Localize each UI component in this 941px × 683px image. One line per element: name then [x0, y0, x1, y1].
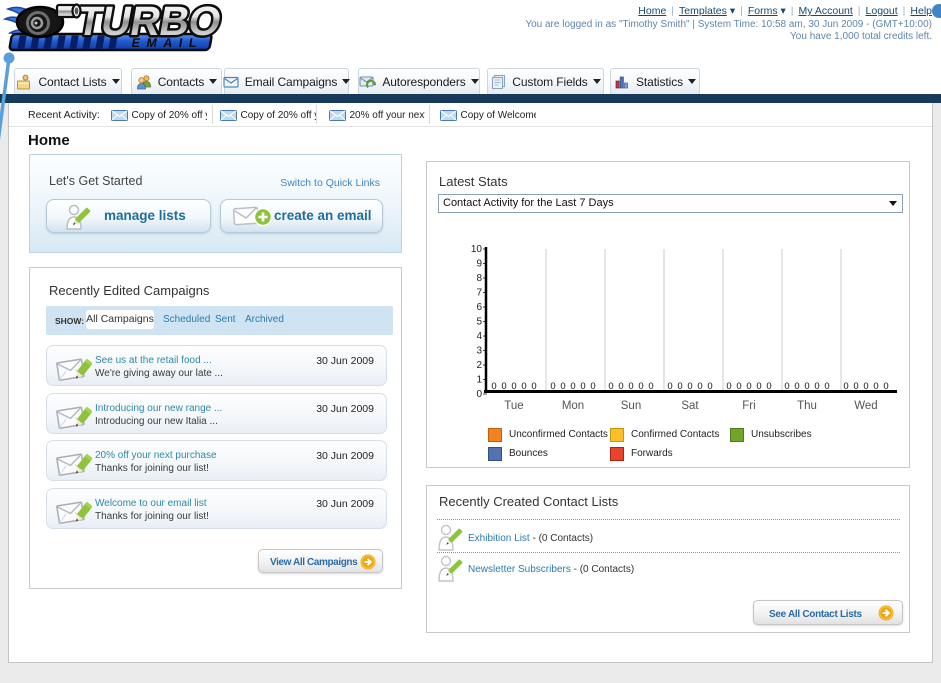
- svg-text:0: 0: [784, 381, 789, 392]
- svg-text:0: 0: [707, 381, 712, 392]
- svg-text:Mon: Mon: [562, 400, 584, 412]
- svg-text:0: 0: [667, 381, 672, 392]
- svg-text:0: 0: [628, 381, 633, 392]
- svg-text:0: 0: [560, 381, 565, 392]
- svg-text:0: 0: [794, 381, 799, 392]
- svg-text:Tue: Tue: [504, 400, 523, 412]
- svg-text:Thu: Thu: [797, 400, 817, 412]
- svg-text:0: 0: [608, 381, 613, 392]
- svg-text:0: 0: [853, 381, 858, 392]
- svg-text:0: 0: [511, 381, 516, 392]
- svg-text:Fri: Fri: [742, 400, 755, 412]
- svg-text:0: 0: [804, 381, 809, 392]
- svg-text:0: 0: [756, 381, 761, 392]
- svg-text:0: 0: [746, 381, 751, 392]
- svg-text:0: 0: [697, 381, 702, 392]
- svg-text:0: 0: [491, 381, 496, 392]
- svg-text:0: 0: [638, 381, 643, 392]
- svg-text:5: 5: [476, 317, 482, 328]
- svg-text:0: 0: [570, 381, 575, 392]
- svg-text:0: 0: [590, 381, 595, 392]
- svg-text:2: 2: [476, 360, 482, 371]
- svg-text:6: 6: [476, 302, 482, 313]
- svg-text:0: 0: [648, 381, 653, 392]
- svg-text:0: 0: [677, 381, 682, 392]
- svg-text:Sat: Sat: [681, 400, 699, 412]
- svg-text:0: 0: [843, 381, 848, 392]
- svg-text:0: 0: [883, 381, 888, 392]
- svg-text:0: 0: [531, 381, 536, 392]
- svg-text:0: 0: [476, 389, 482, 400]
- svg-text:3: 3: [476, 346, 482, 357]
- svg-text:0: 0: [501, 381, 506, 392]
- svg-text:Sun: Sun: [621, 400, 641, 412]
- svg-text:0: 0: [766, 381, 771, 392]
- svg-text:0: 0: [726, 381, 731, 392]
- svg-text:10: 10: [471, 244, 483, 255]
- svg-text:9: 9: [476, 259, 482, 270]
- svg-text:4: 4: [476, 331, 482, 342]
- svg-text:0: 0: [580, 381, 585, 392]
- svg-text:0: 0: [618, 381, 623, 392]
- svg-text:1: 1: [476, 375, 482, 386]
- svg-text:0: 0: [550, 381, 555, 392]
- svg-text:Wed: Wed: [854, 400, 877, 412]
- svg-text:0: 0: [863, 381, 868, 392]
- svg-text:TURBO: TURBO: [73, 0, 224, 44]
- svg-text:0: 0: [736, 381, 741, 392]
- svg-text:8: 8: [476, 273, 482, 284]
- svg-text:0: 0: [824, 381, 829, 392]
- svg-text:0: 0: [814, 381, 819, 392]
- svg-text:0: 0: [873, 381, 878, 392]
- svg-text:0: 0: [521, 381, 526, 392]
- svg-text:7: 7: [476, 288, 482, 299]
- svg-text:0: 0: [687, 381, 692, 392]
